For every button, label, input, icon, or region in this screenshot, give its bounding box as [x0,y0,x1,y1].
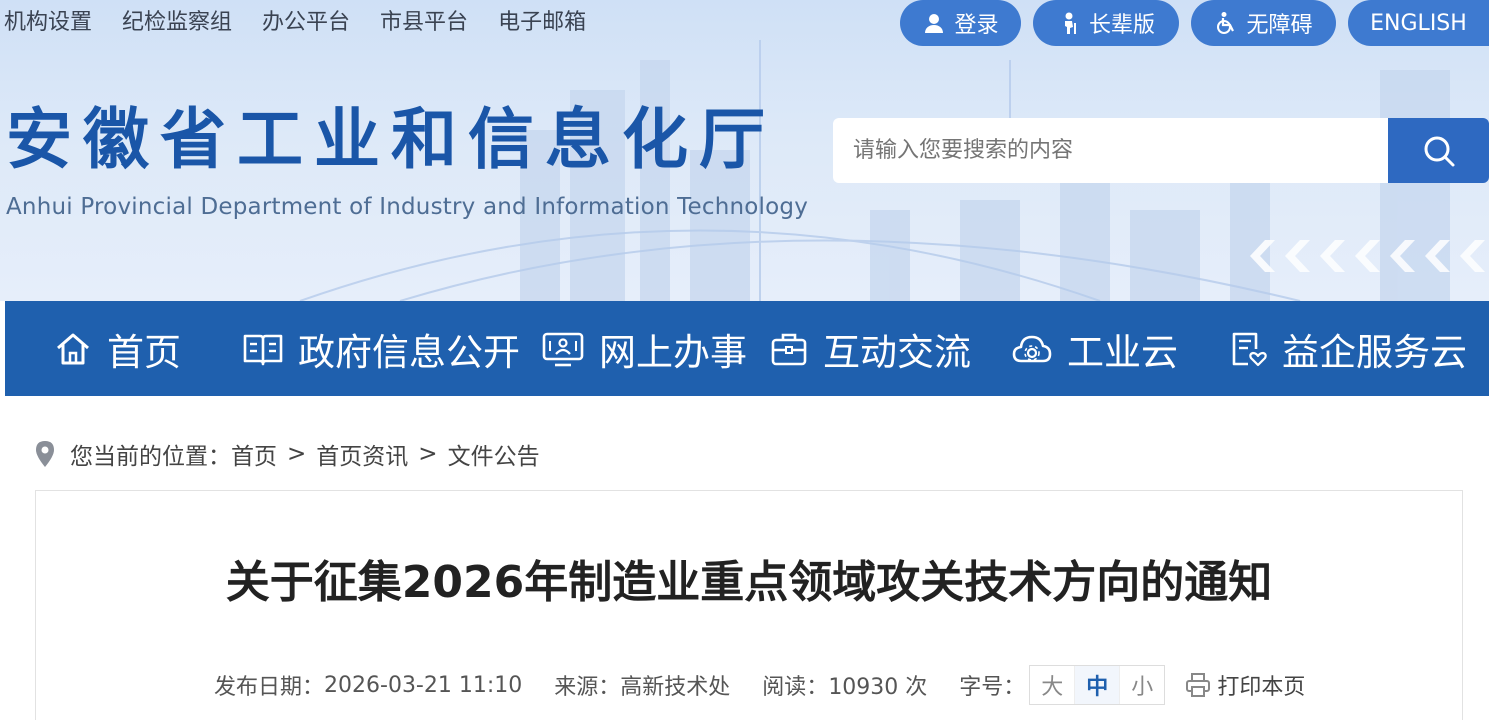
login-label: 登录 [954,13,999,38]
book-icon [243,334,283,365]
publish-date: 2026-03-21 11:10 [324,672,523,698]
nav-online-service-label: 网上办事 [599,330,747,374]
source-label: 来源： [554,675,621,700]
nav-industry-cloud[interactable]: 工业云 [1011,301,1178,396]
nav-enterprise-cloud-label: 益企服务云 [1282,330,1467,374]
nav-enterprise-cloud[interactable]: 益企服务云 [1228,301,1467,396]
toplink-office[interactable]: 办公平台 [262,6,350,40]
font-size-large[interactable]: 大 [1030,666,1076,704]
breadcrumb-separator: > [287,441,307,467]
nav-industry-cloud-label: 工业云 [1067,330,1178,374]
toplink-discipline[interactable]: 纪检监察组 [122,6,232,40]
breadcrumb: 您当前的位置： 首页 > 首页资讯 > 文件公告 [34,437,540,471]
wheelchair-icon [1217,12,1235,34]
print-button[interactable]: 打印本页 [1185,669,1305,701]
search-button[interactable] [1388,118,1489,183]
font-size-switcher: 大 中 小 [1029,665,1166,705]
location-pin-icon [36,441,54,467]
header-banner: 机构设置 纪检监察组 办公平台 市县平台 电子邮箱 登录 长辈版 无障碍 ENG… [0,0,1489,301]
main-nav: 首页 政府信息公开 网上办事 互动交流 工业云 益企服务云 [5,301,1489,396]
font-size-medium[interactable]: 中 [1075,666,1121,704]
site-title: 安徽省工业和信息化厅 [6,101,776,178]
article-meta: 发布日期： 2026-03-21 11:10 来源： 高新技术处 阅读： 109… [214,665,1305,705]
accessibility-button[interactable]: 无障碍 [1191,0,1336,46]
print-label: 打印本页 [1217,675,1306,700]
nav-interaction[interactable]: 互动交流 [769,301,971,396]
article-title: 关于征集2026年制造业重点领域攻关技术方向的通知 [225,557,1273,608]
home-icon [57,333,89,364]
font-size-label: 字号： [959,675,1026,700]
nav-home[interactable]: 首页 [53,301,181,396]
font-size-small[interactable]: 小 [1120,666,1164,704]
english-button[interactable]: ENGLISH [1348,0,1489,46]
site-subtitle: Anhui Provincial Department of Industry … [6,194,809,220]
search-icon [1424,136,1454,166]
briefcase-icon [771,333,807,365]
toplink-org[interactable]: 机构设置 [4,6,92,40]
breadcrumb-prefix: 您当前的位置： [70,444,231,470]
views-label: 阅读： [762,675,829,700]
nav-gov-info-label: 政府信息公开 [298,330,520,374]
toplink-city[interactable]: 市县平台 [380,6,468,40]
elder-mode-button[interactable]: 长辈版 [1033,0,1179,46]
cloud-gear-icon [1012,335,1052,362]
toplink-email[interactable]: 电子邮箱 [498,6,586,40]
breadcrumb-notices[interactable]: 文件公告 [448,437,540,471]
accessibility-label: 无障碍 [1246,13,1313,38]
english-label: ENGLISH [1370,10,1467,36]
nav-interaction-label: 互动交流 [823,330,971,374]
monitor-icon [542,332,584,366]
document-heart-icon [1232,332,1267,366]
nav-gov-info[interactable]: 政府信息公开 [242,301,520,396]
login-button[interactable]: 登录 [900,0,1021,46]
breadcrumb-news[interactable]: 首页资讯 [316,437,408,471]
elder-icon [1064,12,1076,34]
printer-icon [1186,673,1211,697]
nav-online-service[interactable]: 网上办事 [541,301,747,396]
breadcrumb-separator: > [418,441,438,467]
top-links: 机构设置 纪检监察组 办公平台 市县平台 电子邮箱 [4,6,586,40]
search-input[interactable] [833,118,1389,183]
user-icon [925,14,944,33]
date-label: 发布日期： [214,675,325,700]
nav-home-label: 首页 [107,330,181,374]
breadcrumb-home[interactable]: 首页 [231,437,277,471]
elder-label: 长辈版 [1088,13,1155,38]
views-count: 10930 次 [828,675,928,700]
source-value: 高新技术处 [620,675,731,700]
